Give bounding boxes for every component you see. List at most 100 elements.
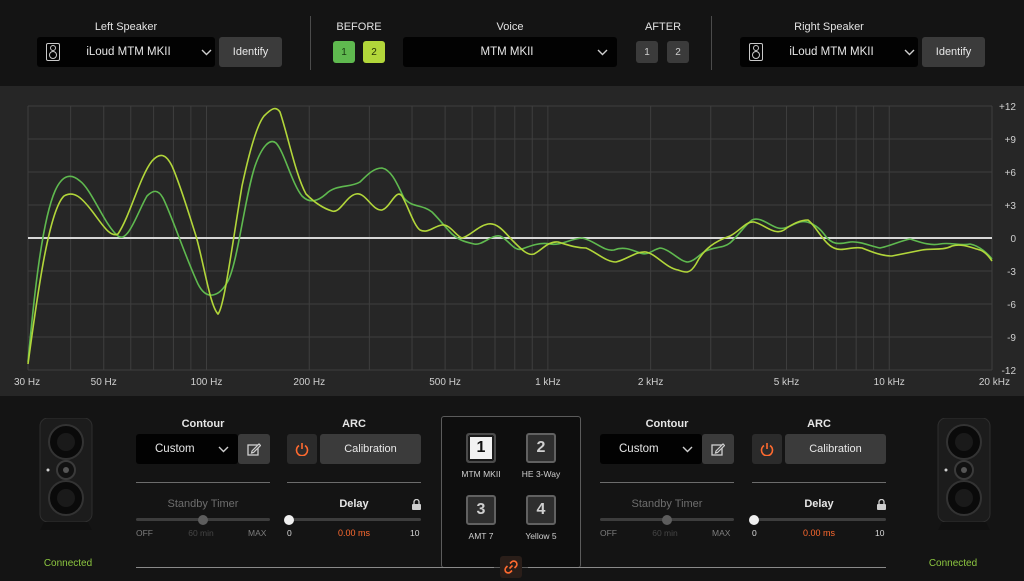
x-tick-label: 5 kHz	[774, 377, 800, 388]
y-tick-label: +6	[1005, 168, 1017, 179]
left-contour-label: Contour	[181, 418, 225, 430]
right-standby-max: MAX	[712, 528, 731, 538]
after-button-1[interactable]: 1	[636, 41, 658, 63]
y-tick-label: -6	[1007, 300, 1016, 311]
y-tick-label: -9	[1007, 333, 1016, 344]
frequency-plot: 30 Hz 50 Hz 100 Hz 200 Hz 500 Hz 1 kHz 2 kHz 5 …	[14, 102, 1017, 388]
lock-icon[interactable]	[412, 499, 421, 510]
divider	[600, 482, 734, 483]
top-bar: Left Speaker iLoud MTM MKII Identify BEF…	[0, 0, 1024, 86]
right-standby-label: Standby Timer	[631, 498, 703, 510]
right-speaker-dropdown[interactable]: iLoud MTM MKII	[740, 37, 918, 67]
voice-label: Voice	[496, 21, 524, 33]
voice-slot-2-label: HE 3-Way	[521, 469, 561, 479]
chevron-down-icon	[214, 446, 232, 453]
right-delay-value: 0.00 ms	[802, 528, 835, 538]
voice-dropdown[interactable]: MTM MKII	[403, 37, 617, 67]
right-delay-slider[interactable]	[752, 518, 886, 521]
frequency-response-graph: 30 Hz 50 Hz 100 Hz 200 Hz 500 Hz 1 kHz 2 kHz 5 …	[0, 86, 1024, 396]
left-delay-label: Delay	[339, 498, 369, 510]
left-standby-label: Standby Timer	[167, 498, 239, 510]
link-icon	[504, 560, 518, 574]
left-identify-button[interactable]: Identify	[219, 37, 282, 67]
x-tick-label: 10 kHz	[874, 377, 905, 388]
left-delay-knob[interactable]	[284, 515, 294, 525]
left-speaker-dropdown[interactable]: iLoud MTM MKII	[37, 37, 215, 67]
voice-selector: 1 2 MTM MKII HE 3-Way 3 4 AMT 7 Yellow 5	[441, 416, 581, 568]
left-contour-value: Custom	[155, 443, 195, 455]
voice-slot-4[interactable]: 4	[526, 495, 556, 525]
edit-icon	[247, 443, 261, 456]
before-2-curve	[27, 107, 993, 365]
chevron-down-icon	[900, 49, 918, 56]
y-tick-label: 0	[1010, 234, 1016, 245]
y-tick-label: +3	[1005, 201, 1017, 212]
voice-slot-2[interactable]: 2	[526, 433, 556, 463]
before-label: BEFORE	[336, 21, 382, 33]
before-button-2[interactable]: 2	[363, 41, 385, 63]
power-icon	[295, 443, 309, 456]
chevron-down-icon	[593, 49, 611, 56]
right-speaker-label: Right Speaker	[794, 21, 864, 33]
speaker-icon	[749, 43, 763, 61]
power-icon	[760, 443, 774, 456]
after-label: AFTER	[644, 21, 682, 33]
left-contour-edit-button[interactable]	[238, 434, 270, 464]
right-standby-knob[interactable]	[662, 515, 672, 525]
y-tick-label: +12	[999, 102, 1016, 113]
voice-value: MTM MKII	[480, 46, 534, 58]
divider	[752, 482, 886, 483]
right-delay-min: 0	[752, 528, 757, 538]
left-arc-power-button[interactable]	[287, 434, 317, 464]
right-contour-edit-button[interactable]	[702, 434, 734, 464]
left-standby-knob[interactable]	[198, 515, 208, 525]
x-tick-label: 200 Hz	[293, 377, 325, 388]
x-tick-label: 2 kHz	[638, 377, 664, 388]
right-speaker-image	[937, 418, 991, 530]
right-identify-button[interactable]: Identify	[922, 37, 985, 67]
divider	[711, 16, 712, 70]
right-delay-knob[interactable]	[749, 515, 759, 525]
voice-slot-3[interactable]: 3	[466, 495, 496, 525]
right-arc-label: ARC	[807, 418, 831, 430]
y-tick-label: -12	[1002, 366, 1017, 377]
left-arc-label: ARC	[342, 418, 366, 430]
before-1-curve	[27, 140, 993, 363]
left-connection-status: Connected	[43, 558, 93, 569]
right-arc-power-button[interactable]	[752, 434, 782, 464]
y-tick-label: -3	[1007, 267, 1016, 278]
x-tick-label: 100 Hz	[191, 377, 223, 388]
right-contour-dropdown[interactable]: Custom	[600, 434, 702, 464]
x-tick-label: 1 kHz	[535, 377, 561, 388]
x-tick-label: 20 kHz	[979, 377, 1010, 388]
lock-icon[interactable]	[877, 499, 886, 510]
divider	[136, 567, 494, 568]
right-delay-max: 10	[875, 528, 885, 538]
voice-slot-1[interactable]: 1	[466, 433, 496, 463]
right-contour-label: Contour	[645, 418, 689, 430]
left-contour-dropdown[interactable]: Custom	[136, 434, 238, 464]
chevron-down-icon	[678, 446, 696, 453]
left-speaker-value: iLoud MTM MKII	[86, 46, 171, 58]
right-connection-status: Connected	[928, 558, 978, 569]
speaker-icon	[46, 43, 60, 61]
divider	[528, 567, 886, 568]
left-standby-min: OFF	[136, 528, 153, 538]
right-standby-value: 60 min	[652, 528, 678, 538]
x-tick-label: 30 Hz	[14, 377, 40, 388]
divider	[136, 482, 270, 483]
divider	[287, 482, 421, 483]
link-speakers-button[interactable]	[500, 556, 522, 578]
before-button-1[interactable]: 1	[333, 41, 355, 63]
x-tick-label: 500 Hz	[429, 377, 461, 388]
left-calibration-button[interactable]: Calibration	[320, 434, 421, 464]
y-tick-label: +9	[1005, 135, 1017, 146]
after-button-2[interactable]: 2	[667, 41, 689, 63]
right-contour-value: Custom	[619, 443, 659, 455]
right-calibration-button[interactable]: Calibration	[785, 434, 886, 464]
left-speaker-label: Left Speaker	[94, 21, 158, 33]
left-delay-value: 0.00 ms	[337, 528, 370, 538]
right-speaker-value: iLoud MTM MKII	[789, 46, 874, 58]
left-standby-value: 60 min	[188, 528, 214, 538]
left-delay-slider[interactable]	[287, 518, 421, 521]
